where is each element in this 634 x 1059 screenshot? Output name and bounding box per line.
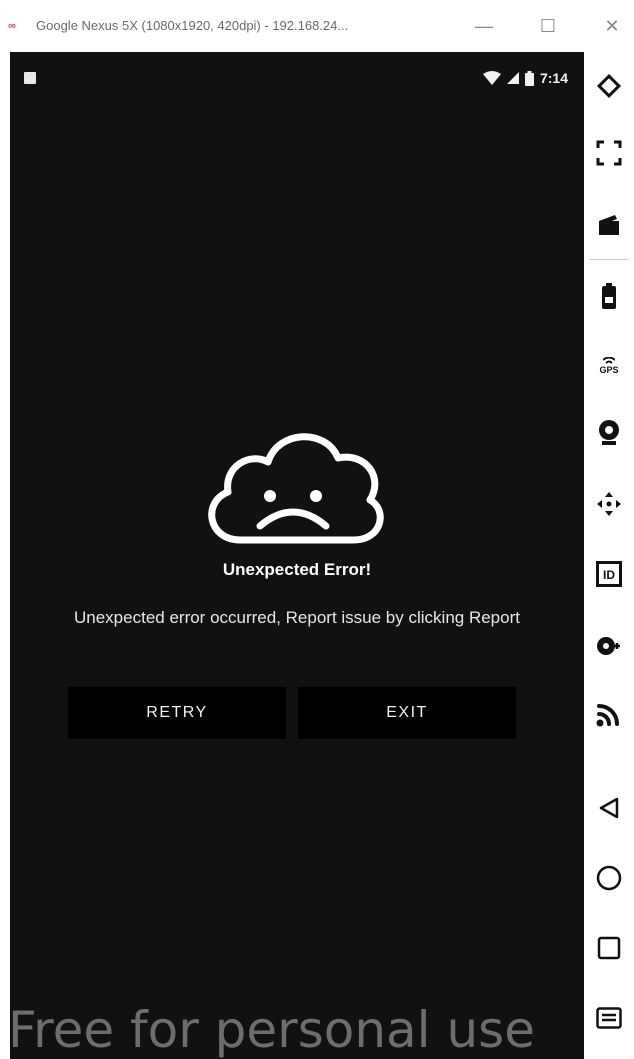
error-title: Unexpected Error! — [222, 560, 372, 579]
screen-record-icon[interactable] — [593, 210, 625, 242]
identify-icon[interactable]: ID — [593, 558, 625, 590]
menu-icon[interactable] — [593, 1002, 625, 1034]
app-icon: ∞ — [8, 20, 16, 32]
gps-label: GPS — [599, 365, 619, 375]
window-titlebar: ∞ Google Nexus 5X (1080x1920, 420dpi) - … — [0, 0, 634, 52]
phone-screen: 7:14 Unexpected Error! Unexpected error … — [10, 52, 584, 1059]
watermark: Free for personal use — [8, 1001, 535, 1059]
close-button[interactable]: ✕ — [592, 10, 632, 42]
cast-icon[interactable] — [593, 698, 625, 730]
maximize-button[interactable]: ☐ — [528, 10, 568, 42]
battery-icon — [524, 70, 534, 86]
move-icon[interactable] — [593, 488, 625, 520]
status-bar: 7:14 — [10, 52, 584, 104]
media-icon[interactable] — [593, 630, 625, 662]
minimize-button[interactable]: — — [464, 10, 504, 42]
emulator-toolbar: GPS ID — [584, 52, 634, 1059]
toolbar-separator — [590, 259, 628, 260]
battery-icon[interactable] — [593, 280, 625, 312]
error-message: Unexpected error occurred, Report issue … — [74, 608, 520, 627]
exit-button[interactable]: EXIT — [298, 687, 516, 739]
identify-label: ID — [603, 568, 615, 582]
status-time: 7:14 — [539, 70, 568, 86]
window-title: Google Nexus 5X (1080x1920, 420dpi) - 19… — [36, 18, 349, 33]
gps-icon[interactable]: GPS — [593, 350, 625, 382]
back-icon[interactable] — [593, 792, 625, 824]
home-icon[interactable] — [593, 862, 625, 894]
wifi-icon — [482, 71, 501, 85]
camera-icon[interactable] — [593, 416, 625, 448]
fullscreen-icon[interactable] — [593, 137, 625, 169]
recents-icon[interactable] — [593, 932, 625, 964]
sad-cloud-icon — [208, 433, 384, 544]
notification-icon — [24, 72, 36, 84]
rotate-icon[interactable] — [593, 70, 625, 102]
cell-signal-icon — [506, 72, 519, 84]
retry-button[interactable]: RETRY — [68, 687, 286, 739]
